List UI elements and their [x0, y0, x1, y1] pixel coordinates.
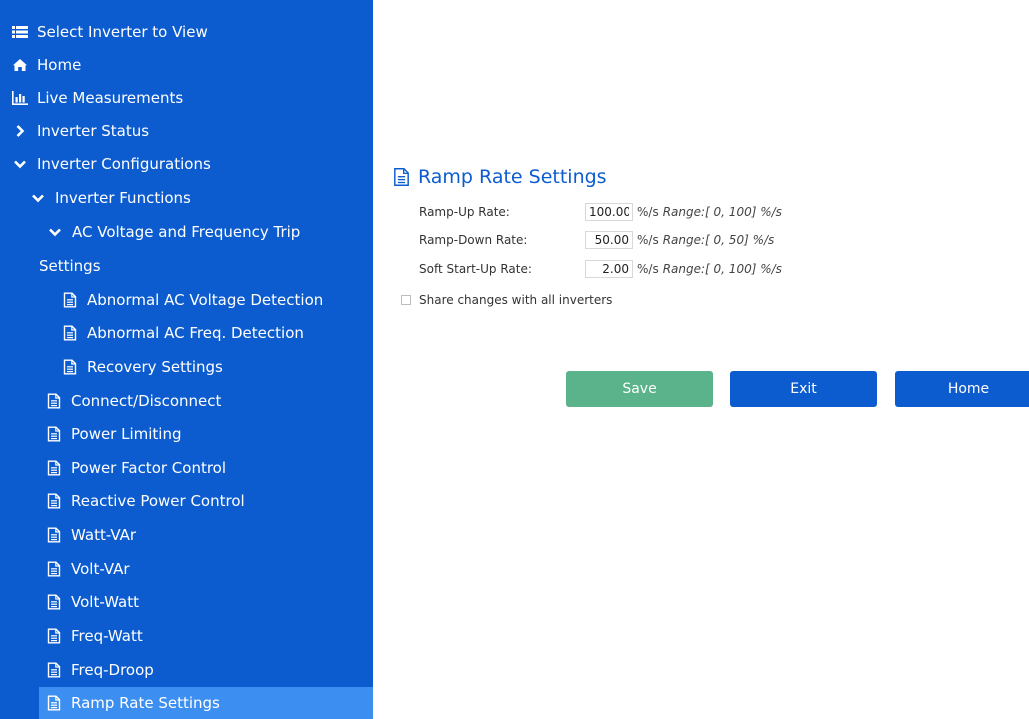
soft-start-up-rate-row: Soft Start-Up Rate: %/s Range:[ 0, 100] …	[419, 258, 782, 280]
sidebar-item-label: Freq-Droop	[71, 661, 154, 679]
sidebar-item-label: Freq-Watt	[71, 627, 143, 645]
ramp-down-rate-unit: %/s	[637, 233, 659, 247]
home-button[interactable]: Home	[895, 371, 1029, 407]
sidebar-item-settings[interactable]: Settings	[39, 250, 101, 282]
document-icon	[46, 561, 62, 577]
sidebar-item-label: Inverter Status	[37, 122, 150, 140]
chevron-down-icon	[30, 190, 46, 206]
sidebar-item-label: Select Inverter to View	[37, 23, 208, 41]
sidebar: Select Inverter to View Home Live Measur…	[0, 0, 373, 719]
ramp-down-rate-label: Ramp-Down Rate:	[419, 233, 528, 247]
soft-start-up-rate-range: Range:[ 0, 100] %/s	[662, 262, 782, 276]
sidebar-item-label: Abnormal AC Freq. Detection	[87, 324, 304, 342]
save-button[interactable]: Save	[566, 371, 713, 407]
soft-start-up-rate-label: Soft Start-Up Rate:	[419, 262, 532, 276]
sidebar-item-label: Settings	[39, 257, 101, 275]
page-title-text: Ramp Rate Settings	[418, 166, 607, 188]
sidebar-item-inverter-status[interactable]: Inverter Status	[12, 115, 149, 147]
sidebar-item-abnormal-ac-voltage[interactable]: Abnormal AC Voltage Detection	[62, 284, 323, 316]
ramp-up-rate-range: Range:[ 0, 100] %/s	[662, 205, 782, 219]
ramp-up-rate-label: Ramp-Up Rate:	[419, 205, 510, 219]
share-changes-label: Share changes with all inverters	[419, 293, 613, 307]
sidebar-item-live-measurements[interactable]: Live Measurements	[12, 82, 183, 114]
list-icon	[12, 24, 28, 40]
share-changes-checkbox[interactable]	[401, 295, 411, 305]
sidebar-item-freq-watt[interactable]: Freq-Watt	[46, 620, 143, 652]
document-icon	[46, 527, 62, 543]
document-icon	[46, 426, 62, 442]
sidebar-item-volt-var[interactable]: Volt-VAr	[46, 553, 130, 585]
document-icon	[393, 167, 412, 188]
sidebar-item-label: Recovery Settings	[87, 358, 223, 376]
sidebar-item-label: Inverter Configurations	[37, 155, 211, 173]
document-icon	[46, 393, 62, 409]
document-icon	[46, 594, 62, 610]
document-icon	[46, 628, 62, 644]
sidebar-item-label: Power Limiting	[71, 425, 182, 443]
sidebar-item-home[interactable]: Home	[12, 49, 81, 81]
soft-start-up-rate-input[interactable]	[585, 260, 633, 278]
page-title: Ramp Rate Settings	[393, 166, 607, 188]
sidebar-item-label: Live Measurements	[37, 89, 184, 107]
home-icon	[12, 57, 28, 73]
ramp-up-rate-unit: %/s	[637, 205, 659, 219]
sidebar-item-select-inverter[interactable]: Select Inverter to View	[12, 16, 208, 48]
ramp-up-rate-row: Ramp-Up Rate: %/s Range:[ 0, 100] %/s	[419, 201, 782, 223]
sidebar-item-label: Inverter Functions	[55, 189, 191, 207]
sidebar-item-reactive-power-control[interactable]: Reactive Power Control	[46, 485, 245, 517]
bar-chart-icon	[12, 90, 28, 106]
sidebar-item-label: Connect/Disconnect	[71, 392, 222, 410]
chevron-down-icon	[47, 224, 63, 240]
sidebar-item-label: Power Factor Control	[71, 459, 227, 477]
share-changes-checkbox-row[interactable]: Share changes with all inverters	[401, 293, 612, 307]
sidebar-item-power-factor-control[interactable]: Power Factor Control	[46, 452, 226, 484]
document-icon	[46, 695, 62, 711]
sidebar-item-inverter-functions[interactable]: Inverter Functions	[30, 182, 191, 214]
chevron-down-icon	[12, 156, 28, 172]
sidebar-item-label: Home	[37, 56, 82, 74]
document-icon	[62, 359, 78, 375]
document-icon	[46, 493, 62, 509]
sidebar-item-label: Volt-Watt	[71, 593, 139, 611]
sidebar-item-inverter-configurations[interactable]: Inverter Configurations	[12, 148, 211, 180]
sidebar-item-label: Watt-VAr	[71, 526, 137, 544]
sidebar-item-label: Reactive Power Control	[71, 492, 245, 510]
sidebar-item-connect-disconnect[interactable]: Connect/Disconnect	[46, 385, 221, 417]
exit-button[interactable]: Exit	[730, 371, 877, 407]
chevron-right-icon	[12, 123, 28, 139]
sidebar-item-abnormal-ac-freq[interactable]: Abnormal AC Freq. Detection	[62, 317, 304, 349]
soft-start-up-rate-unit: %/s	[637, 262, 659, 276]
document-icon	[62, 325, 78, 341]
sidebar-item-label: Volt-VAr	[71, 560, 130, 578]
ramp-down-rate-input[interactable]	[585, 231, 633, 249]
sidebar-item-label: AC Voltage and Frequency Trip	[72, 223, 301, 241]
sidebar-item-label: Abnormal AC Voltage Detection	[87, 291, 324, 309]
sidebar-item-ramp-rate-settings[interactable]: Ramp Rate Settings	[39, 687, 373, 719]
sidebar-item-label: Ramp Rate Settings	[71, 694, 220, 712]
document-icon	[46, 460, 62, 476]
document-icon	[62, 292, 78, 308]
sidebar-item-ac-voltage-freq-trip[interactable]: AC Voltage and Frequency Trip	[47, 216, 300, 248]
sidebar-item-power-limiting[interactable]: Power Limiting	[46, 418, 182, 450]
sidebar-item-volt-watt[interactable]: Volt-Watt	[46, 586, 139, 618]
sidebar-item-watt-var[interactable]: Watt-VAr	[46, 519, 136, 551]
ramp-up-rate-input[interactable]	[585, 203, 633, 221]
sidebar-item-freq-droop[interactable]: Freq-Droop	[46, 654, 154, 686]
ramp-down-rate-row: Ramp-Down Rate: %/s Range:[ 0, 50] %/s	[419, 229, 774, 251]
sidebar-item-recovery-settings[interactable]: Recovery Settings	[62, 351, 223, 383]
document-icon	[46, 662, 62, 678]
ramp-down-rate-range: Range:[ 0, 50] %/s	[662, 233, 775, 247]
